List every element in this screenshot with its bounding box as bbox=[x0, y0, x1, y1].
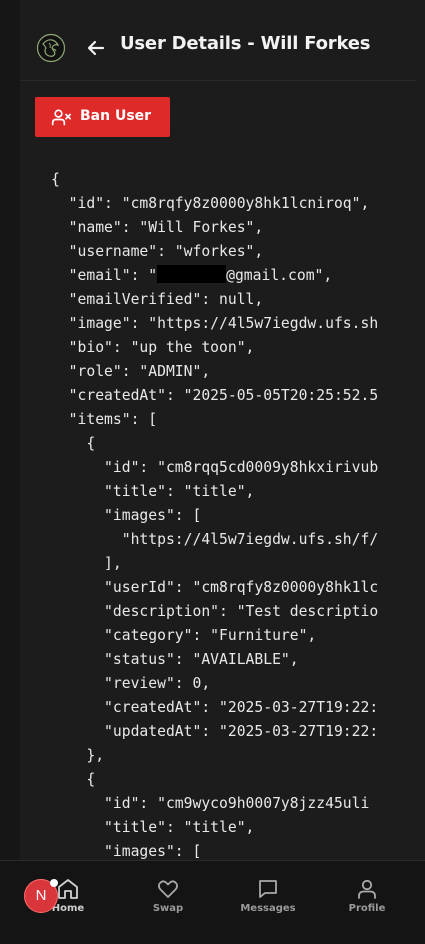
avatar-status-dot bbox=[50, 879, 58, 887]
json-line: ], bbox=[51, 555, 122, 572]
json-line: "createdAt": "2025-05-05T20:25:52.5 bbox=[51, 387, 379, 404]
json-line-email: "email": " @gmail.com", bbox=[51, 264, 332, 288]
home-icon bbox=[58, 879, 78, 899]
ban-user-button[interactable]: Ban User bbox=[35, 97, 170, 137]
json-line: { bbox=[51, 171, 60, 188]
json-line: { bbox=[51, 771, 96, 788]
json-line: "username": "wforkes", bbox=[51, 243, 264, 260]
user-json-view: { "id": "cm8rqfy8z0000y8hk1lcniroq", "na… bbox=[0, 166, 402, 860]
nav-swap[interactable]: Swap bbox=[133, 877, 203, 919]
json-line: "id": "cm8rqq5cd0009y8hkxirivub bbox=[51, 459, 379, 476]
json-line: "emailVerified": null, bbox=[51, 291, 264, 308]
bottom-nav: Home Swap Messages Profile N bbox=[0, 860, 425, 944]
nav-profile-label: Profile bbox=[348, 903, 386, 914]
json-line: "title": "title", bbox=[51, 483, 255, 500]
json-line: "items": [ bbox=[51, 411, 158, 428]
json-line: "id": "cm8rqfy8z0000y8hk1lcniroq", bbox=[51, 195, 370, 212]
nav-swap-label: Swap bbox=[152, 903, 184, 914]
json-line: "image": "https://4l5w7iegdw.ufs.sh bbox=[51, 315, 379, 332]
user-details-screen: User Details - Will Forkes Ban User { "i… bbox=[0, 0, 425, 944]
json-line: "status": "AVAILABLE", bbox=[51, 651, 299, 668]
json-line: "createdAt": "2025-03-27T19:22: bbox=[51, 699, 379, 716]
json-line: }, bbox=[51, 747, 105, 764]
arrow-left-icon[interactable] bbox=[84, 36, 108, 60]
ban-user-label: Ban User bbox=[80, 108, 152, 124]
json-line: "images": [ bbox=[51, 843, 202, 860]
nav-profile[interactable]: Profile bbox=[332, 877, 402, 919]
json-line: "images": [ bbox=[51, 507, 202, 524]
json-line: "https://4l5w7iegdw.ufs.sh/f/ bbox=[51, 531, 379, 548]
json-line: "review": 0, bbox=[51, 675, 211, 692]
json-line: { bbox=[51, 435, 96, 452]
json-line: "name": "Will Forkes", bbox=[51, 219, 264, 236]
page-header: User Details - Will Forkes bbox=[20, 18, 416, 81]
json-line: "updatedAt": "2025-03-27T19:22: bbox=[51, 723, 379, 740]
json-line: "role": "ADMIN", bbox=[51, 363, 211, 380]
json-line: "bio": "up the toon", bbox=[51, 339, 255, 356]
page-title: User Details - Will Forkes bbox=[120, 33, 371, 54]
email-suffix: @gmail.com", bbox=[226, 267, 333, 284]
globe-hand-logo-icon bbox=[36, 33, 66, 63]
json-line: "description": "Test descriptio bbox=[51, 603, 379, 620]
user-x-icon bbox=[51, 109, 71, 126]
json-line: "title": "title", bbox=[51, 819, 255, 836]
heart-icon bbox=[157, 880, 179, 898]
json-line: "userId": "cm8rqfy8z0000y8hk1lc bbox=[51, 579, 379, 596]
nav-messages-label: Messages bbox=[240, 903, 296, 914]
user-icon bbox=[358, 879, 376, 899]
email-redaction bbox=[157, 265, 227, 283]
json-line: "id": "cm9wyco9h0007y8jzz45uli bbox=[51, 795, 370, 812]
email-key: "email": " bbox=[51, 267, 158, 284]
message-square-icon bbox=[259, 880, 277, 898]
nav-messages[interactable]: Messages bbox=[233, 877, 303, 919]
json-line: "category": "Furniture", bbox=[51, 627, 317, 644]
